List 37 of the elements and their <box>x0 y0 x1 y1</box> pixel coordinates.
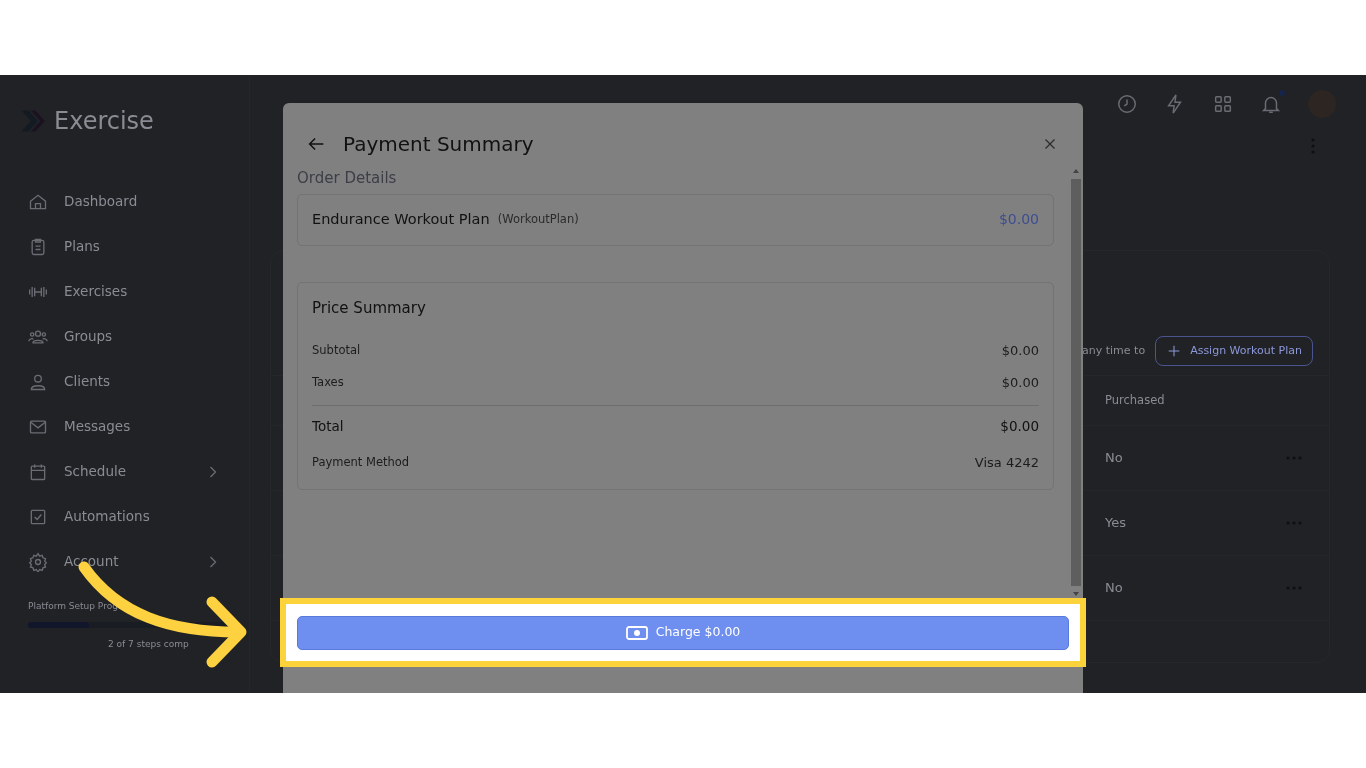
column-header: Purchased <box>1105 391 1166 409</box>
hint-text: any time to <box>1082 342 1146 359</box>
table-cell-text: No <box>1105 449 1124 468</box>
item-price: $0.00 <box>998 210 1039 229</box>
scrollbar[interactable] <box>1070 167 1082 598</box>
scroll-up-icon <box>1072 167 1080 175</box>
sidebar-item[interactable]: Dashboard <box>18 179 223 224</box>
sidebar-item[interactable]: Clients <box>18 359 223 404</box>
item-type: (WorkoutPlan) <box>497 210 580 228</box>
brand-name: Exercise <box>54 106 154 137</box>
sidebar-item[interactable]: Automations <box>18 494 223 539</box>
sidebar-item[interactable]: Exercises <box>18 269 223 314</box>
sidebar-item[interactable]: Messages <box>18 404 223 449</box>
sidebar-item[interactable]: Groups <box>18 314 223 359</box>
modal-title: Payment Summary <box>343 131 535 158</box>
grid-icon[interactable] <box>1212 93 1234 115</box>
clock-icon[interactable] <box>1116 93 1138 115</box>
progress-caption: 2 of 7 steps comp <box>107 637 190 651</box>
charge-button[interactable]: Charge $0.00 <box>297 615 1069 650</box>
summary-value: $0.00 <box>1000 417 1039 437</box>
summary-value: $0.00 <box>1001 374 1039 393</box>
item-name: Endurance Workout Plan <box>312 209 490 229</box>
table-cell-text: Yes <box>1105 514 1127 533</box>
summary-label: Subtotal <box>312 342 361 360</box>
summary-label: Taxes <box>312 374 344 392</box>
summary-label: Payment Method <box>312 454 410 472</box>
sidebar-item[interactable]: Plans <box>18 224 223 269</box>
gear-icon <box>28 551 48 572</box>
sidebar-item[interactable]: Schedule <box>18 449 223 494</box>
summary-label: Total <box>312 417 344 437</box>
section-heading: Price Summary <box>312 297 427 319</box>
summary-value: Visa 4242 <box>974 454 1039 473</box>
table-cell-text: No <box>1105 579 1124 598</box>
summary-value: $0.00 <box>1001 342 1039 361</box>
assign-button[interactable]: Assign Workout Plan <box>1155 335 1313 367</box>
cash-icon <box>625 625 648 640</box>
section-heading: Order Details <box>297 168 398 189</box>
